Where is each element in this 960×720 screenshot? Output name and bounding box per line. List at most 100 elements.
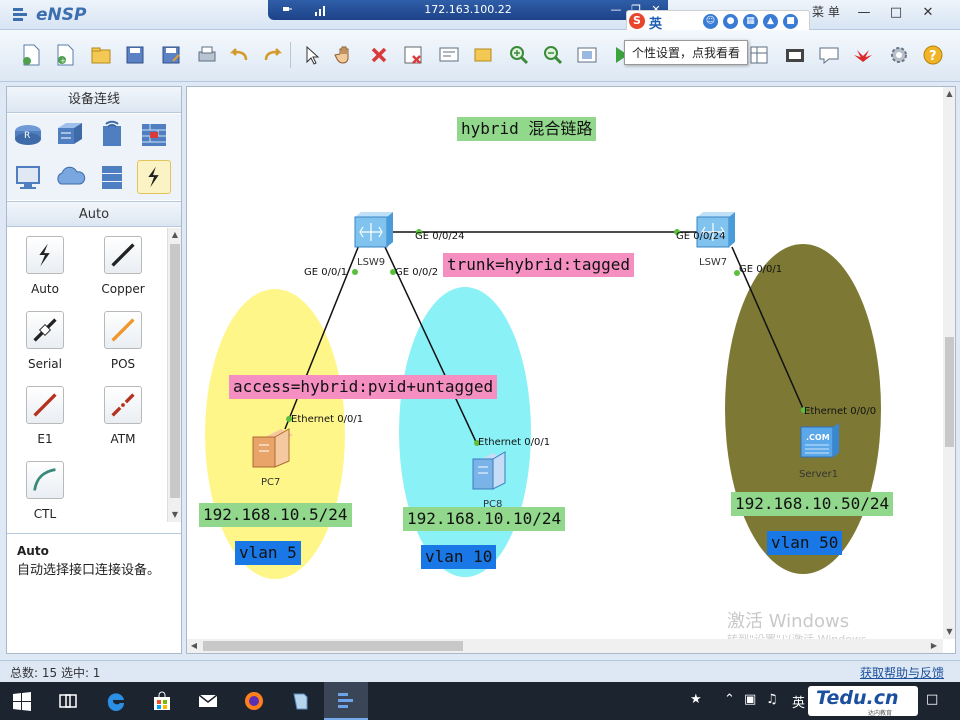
pc8-vlan-label[interactable]: vlan 10 (421, 545, 497, 569)
settings-button[interactable] (886, 42, 912, 68)
store-taskbar-button[interactable] (140, 682, 184, 720)
palette-button[interactable] (470, 42, 496, 68)
cable-auto[interactable]: Auto (15, 236, 75, 308)
save-as-button[interactable] (158, 42, 184, 68)
redo-button[interactable] (260, 42, 286, 68)
zoom-out-icon (544, 46, 563, 65)
pc7-name[interactable]: PC7 (261, 477, 280, 488)
new-example-button[interactable]: + (52, 42, 78, 68)
topology-title[interactable]: hybrid 混合链路 (457, 117, 597, 141)
wireless-category-icon[interactable] (95, 118, 129, 152)
lsw7-name[interactable]: LSW7 (699, 257, 727, 268)
start-button[interactable] (0, 682, 44, 720)
other-devices-category-icon[interactable] (95, 160, 129, 194)
volume-icon[interactable]: ♫ (766, 692, 778, 707)
tray-expand-icon[interactable]: ⌃ (724, 692, 735, 707)
zoom-out-button[interactable] (540, 42, 566, 68)
cable-list-scrollbar[interactable]: ▲ ▼ (167, 228, 181, 522)
selection-status: 总数: 15 选中: 1 (10, 666, 101, 680)
pc-category-icon[interactable] (11, 160, 45, 194)
pc7-vlan-label[interactable]: vlan 5 (235, 541, 301, 565)
ensp-taskbar-button[interactable] (324, 682, 368, 720)
cable-pos[interactable]: POS (93, 311, 153, 383)
window-close-icon[interactable]: ✕ (912, 0, 944, 26)
new-topology-button[interactable] (18, 42, 44, 68)
select-button[interactable] (298, 42, 324, 68)
scroll-thumb[interactable] (203, 641, 463, 651)
pan-button[interactable] (332, 42, 358, 68)
capture-button[interactable] (782, 42, 808, 68)
rdp-minimize-icon[interactable]: — (608, 2, 624, 17)
window-minimize-icon[interactable]: — (848, 0, 880, 26)
save-as-icon (162, 46, 180, 64)
network-icon[interactable]: ▣ (744, 692, 756, 707)
task-view-button[interactable] (46, 682, 90, 720)
toolbox-icon[interactable]: ■ (783, 14, 798, 29)
scroll-right-icon[interactable]: ▶ (927, 639, 941, 653)
tray-ime-indicator[interactable]: 英 (792, 692, 805, 711)
scroll-thumb[interactable] (170, 244, 180, 498)
canvas-horizontal-scrollbar[interactable]: ◀ ▶ (187, 639, 943, 653)
cloud-category-icon[interactable] (53, 160, 87, 194)
scroll-left-icon[interactable]: ◀ (187, 639, 201, 653)
server1-vlan-label[interactable]: vlan 50 (767, 531, 843, 555)
undo-button[interactable] (226, 42, 252, 68)
notepad-taskbar-button[interactable] (278, 682, 322, 720)
notepad-icon (293, 693, 308, 710)
emoji-icon[interactable]: ☺ (703, 14, 718, 29)
firewall-category-icon[interactable] (137, 118, 171, 152)
lsw9-switch-icon[interactable] (354, 212, 393, 248)
canvas-vertical-scrollbar[interactable]: ▲ ▼ (943, 87, 955, 639)
people-icon[interactable]: ★ (690, 692, 702, 707)
zoom-in-button[interactable] (506, 42, 532, 68)
edge-taskbar-button[interactable] (94, 682, 138, 720)
pc8-ip-label[interactable]: 192.168.10.10/24 (403, 507, 566, 531)
skin-icon[interactable]: ▲ (763, 14, 778, 29)
description-title: Auto (17, 544, 49, 558)
save-button[interactable] (122, 42, 148, 68)
topology-canvas[interactable]: .COM hybrid 混合链路 trunk=hybrid:tagged acc… (186, 86, 956, 654)
window-maximize-icon[interactable]: □ (880, 0, 912, 26)
microphone-icon[interactable]: ● (723, 14, 738, 29)
text-button[interactable] (436, 42, 462, 68)
scroll-down-icon[interactable]: ▼ (943, 625, 955, 639)
tedu-logo-subtext: 达内教育 (868, 710, 893, 717)
notification-icon[interactable]: □ (926, 692, 938, 707)
firefox-taskbar-button[interactable] (232, 682, 276, 720)
scroll-up-icon[interactable]: ▲ (168, 228, 182, 242)
sogou-logo-icon[interactable]: S (629, 13, 645, 29)
topology-button[interactable] (746, 42, 772, 68)
help-feedback-link[interactable]: 获取帮助与反馈 (860, 664, 944, 681)
access-note[interactable]: access=hybrid:pvid+untagged (229, 375, 498, 399)
fit-button[interactable] (574, 42, 600, 68)
firefox-icon (245, 692, 263, 710)
huawei-button[interactable] (850, 42, 876, 68)
mail-taskbar-button[interactable] (186, 682, 230, 720)
print-button[interactable] (194, 42, 220, 68)
delete-button[interactable] (366, 42, 392, 68)
cable-copper[interactable]: Copper (93, 236, 153, 308)
switch-category-icon[interactable] (53, 118, 87, 152)
scroll-thumb[interactable] (945, 337, 954, 447)
trunk-note[interactable]: trunk=hybrid:tagged (443, 253, 635, 277)
cable-serial[interactable]: Serial (15, 311, 75, 383)
server1-server-icon[interactable]: .COM (800, 423, 839, 458)
scroll-down-icon[interactable]: ▼ (168, 508, 182, 522)
open-button[interactable] (88, 42, 114, 68)
help-button[interactable]: ? (920, 42, 946, 68)
server1-name[interactable]: Server1 (799, 469, 838, 480)
pc7-ip-label[interactable]: 192.168.10.5/24 (199, 503, 352, 527)
cable-ctl[interactable]: CTL (15, 461, 75, 533)
keyboard-icon[interactable]: ▦ (743, 14, 758, 29)
ime-menu-label[interactable]: 菜 单 (812, 3, 840, 20)
cable-category-icon[interactable] (137, 160, 171, 194)
server1-ip-label[interactable]: 192.168.10.50/24 (731, 492, 894, 516)
router-category-icon[interactable]: R (11, 118, 45, 152)
atm-cable-icon (104, 386, 142, 424)
lsw9-name[interactable]: LSW9 (357, 257, 385, 268)
message-button[interactable] (816, 42, 842, 68)
cable-atm[interactable]: ATM (93, 386, 153, 458)
cable-e1[interactable]: E1 (15, 386, 75, 458)
scroll-up-icon[interactable]: ▲ (943, 87, 955, 101)
delete-links-button[interactable] (400, 42, 426, 68)
